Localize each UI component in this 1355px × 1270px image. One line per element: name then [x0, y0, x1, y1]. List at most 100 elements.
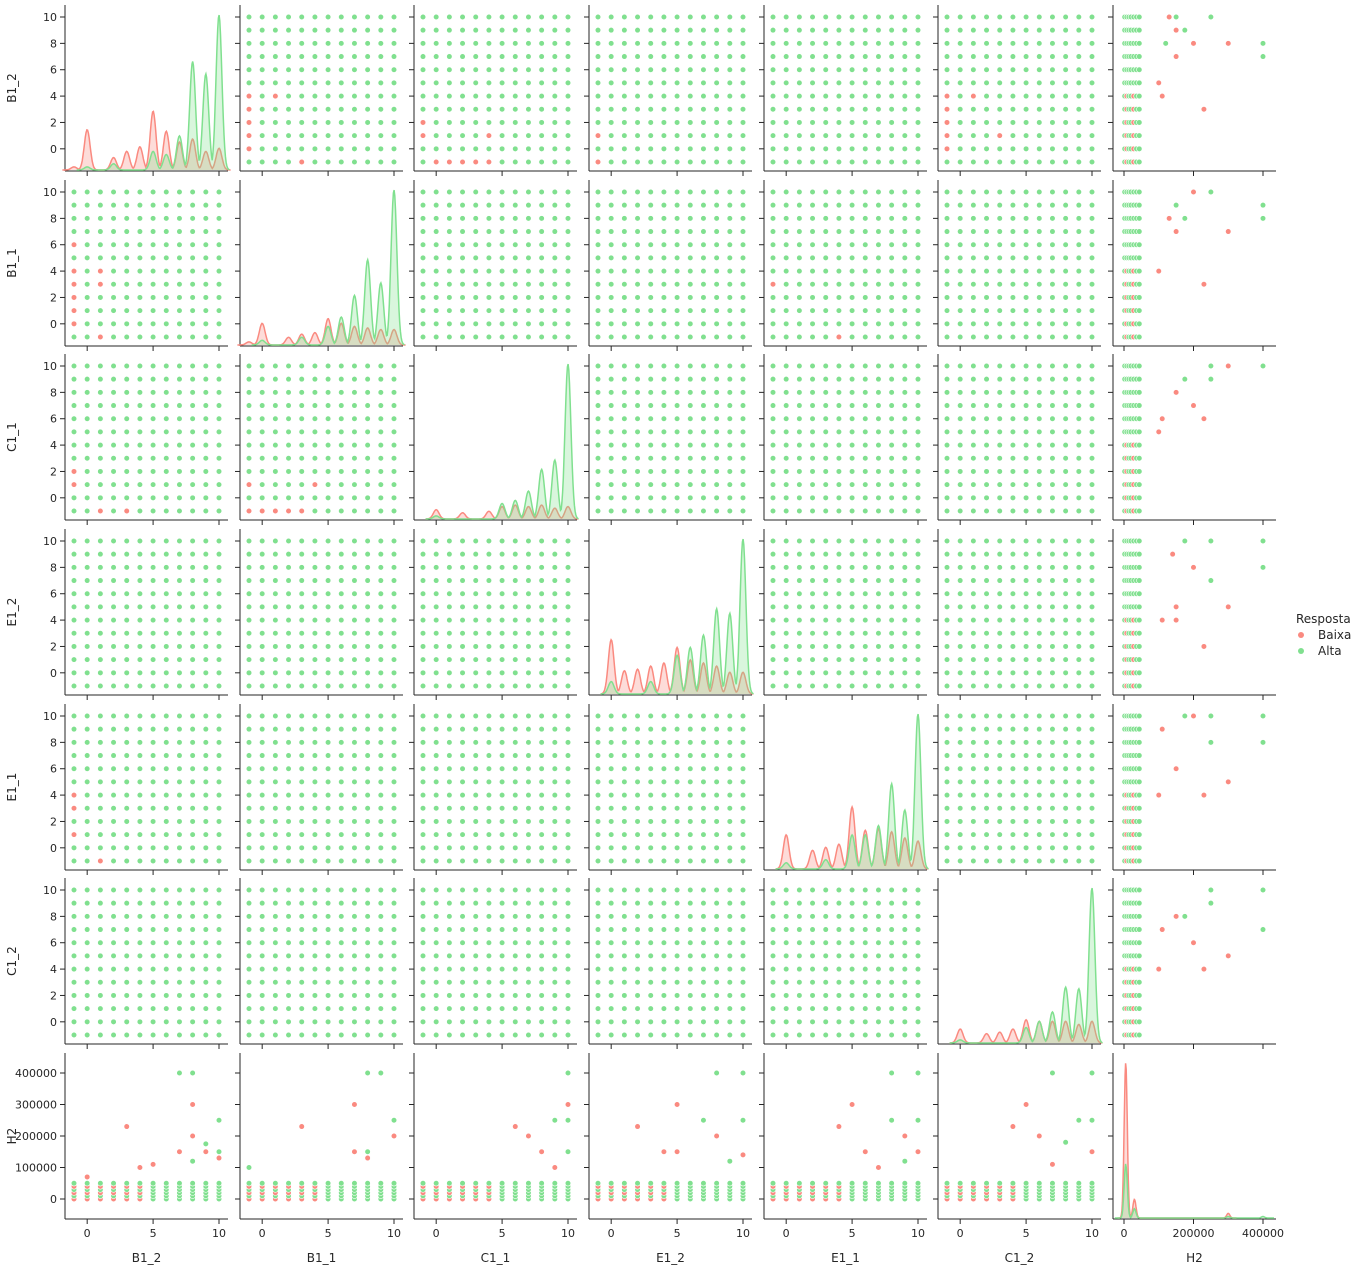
scatter-point-alta [957, 507, 964, 515]
scatter-point-alta [364, 900, 371, 907]
scatter-point-alta [700, 468, 707, 475]
scatter-point-alta [97, 900, 104, 907]
scatter-point-alta [957, 752, 964, 759]
scatter-point-alta [673, 13, 681, 21]
scatter-point-alta [1088, 669, 1096, 676]
scatter-point-alta [713, 389, 720, 396]
scatter-point-alta [298, 551, 305, 558]
scatter-point-alta [390, 805, 398, 812]
scatter-point-alta [647, 428, 654, 436]
scatter-point-alta [914, 913, 922, 920]
scatter-point-alta [1088, 818, 1096, 825]
scatter-point-alta [259, 739, 266, 746]
scatter-point-alta [272, 616, 279, 624]
scatter-point-alta [996, 267, 1003, 275]
scatter-point-alta [943, 765, 951, 772]
scatter-point-alta [446, 630, 453, 637]
scatter-point-alta [914, 965, 922, 973]
scatter-point-alta [338, 712, 345, 720]
scatter-point-alta [687, 320, 694, 327]
scatter-point-alta [189, 726, 196, 733]
scatter-point-alta [272, 992, 279, 999]
scatter-point-alta [862, 402, 869, 409]
scatter-point-alta [1009, 791, 1017, 799]
scatter-point-alta [459, 805, 466, 812]
scatter-point-alta [660, 481, 668, 488]
scatter-point-alta [660, 507, 668, 515]
scatter-point-baixa [70, 791, 78, 799]
scatter-point-alta [551, 537, 558, 545]
scatter-point-alta [1075, 92, 1082, 100]
scatter-point-alta [84, 913, 91, 920]
scatter-point-alta [739, 481, 747, 488]
scatter-point-alta [970, 765, 977, 772]
scatter-point-alta [485, 682, 493, 690]
scatter-point-alta [551, 66, 558, 73]
scatter-point-alta [835, 254, 843, 262]
scatter-point-alta [136, 254, 144, 262]
scatter-point-alta [1036, 27, 1043, 34]
scatter-point-alta [324, 1018, 332, 1025]
scatter-point-alta [298, 979, 305, 986]
scatter-point-alta [848, 79, 856, 87]
scatter-point-alta [634, 228, 641, 235]
scatter-point-alta [525, 307, 532, 314]
scatter-point-alta [713, 145, 720, 152]
scatter-point-alta [433, 537, 440, 545]
scatter-point-alta [783, 53, 790, 60]
scatter-point-alta [324, 1005, 332, 1012]
scatter-point-alta [272, 415, 279, 422]
scatter-point-alta [564, 669, 572, 676]
scatter-point-alta [538, 92, 545, 100]
scatter-point-alta [634, 376, 641, 383]
scatter-point-alta [608, 132, 615, 139]
scatter-point-alta [1075, 389, 1082, 396]
scatter-point-alta [472, 40, 479, 47]
scatter-point-alta [433, 188, 440, 196]
scatter-point-alta [673, 791, 681, 799]
scatter-point-alta [245, 53, 253, 60]
scatter-point-alta [311, 630, 319, 637]
scatter-point-alta [525, 202, 532, 209]
scatter-point-alta [621, 106, 628, 113]
scatter-point-alta [311, 726, 319, 733]
scatter-point-alta [70, 1018, 78, 1025]
scatter-point-alta [875, 481, 882, 488]
scatter-point-alta [901, 40, 908, 47]
scatter-point-alta [351, 913, 358, 920]
scatter-point-alta [634, 428, 641, 436]
scatter-point-alta [634, 389, 641, 396]
scatter-point-alta [285, 92, 292, 100]
scatter-point-alta [983, 281, 990, 288]
scatter-point-alta [1049, 228, 1056, 235]
scatter-point-alta [957, 307, 964, 314]
scatter-point-alta [149, 551, 157, 558]
scatter-point-alta [862, 952, 869, 960]
scatter-point-alta [512, 577, 519, 584]
scatter-point-alta [551, 1031, 558, 1039]
scatter-point-alta [311, 913, 319, 920]
scatter-point-alta [110, 603, 117, 611]
scatter-point-alta [1009, 616, 1017, 624]
scatter-point-alta [1062, 145, 1069, 152]
scatter-point-alta [498, 294, 506, 301]
scatter-point-alta [538, 188, 545, 196]
scatter-point-alta [713, 857, 720, 865]
scatter-point-alta [498, 79, 506, 87]
scatter-point-alta [149, 362, 157, 370]
scatter-point-alta [485, 765, 493, 772]
scatter-point-alta [983, 537, 990, 545]
scatter-point-baixa [943, 119, 951, 126]
scatter-point-alta [338, 992, 345, 999]
scatter-point-alta [822, 202, 829, 209]
scatter-point-alta [726, 188, 733, 196]
scatter-point-alta [512, 616, 519, 624]
scatter-point-alta [739, 402, 747, 409]
scatter-point-alta [564, 254, 572, 262]
scatter-point-alta [983, 455, 990, 462]
scatter-point-alta [594, 228, 602, 235]
scatter-point-alta [338, 791, 345, 799]
scatter-point-alta [1049, 726, 1056, 733]
scatter-point-alta [1062, 441, 1069, 449]
scatter-point-alta [149, 952, 157, 960]
